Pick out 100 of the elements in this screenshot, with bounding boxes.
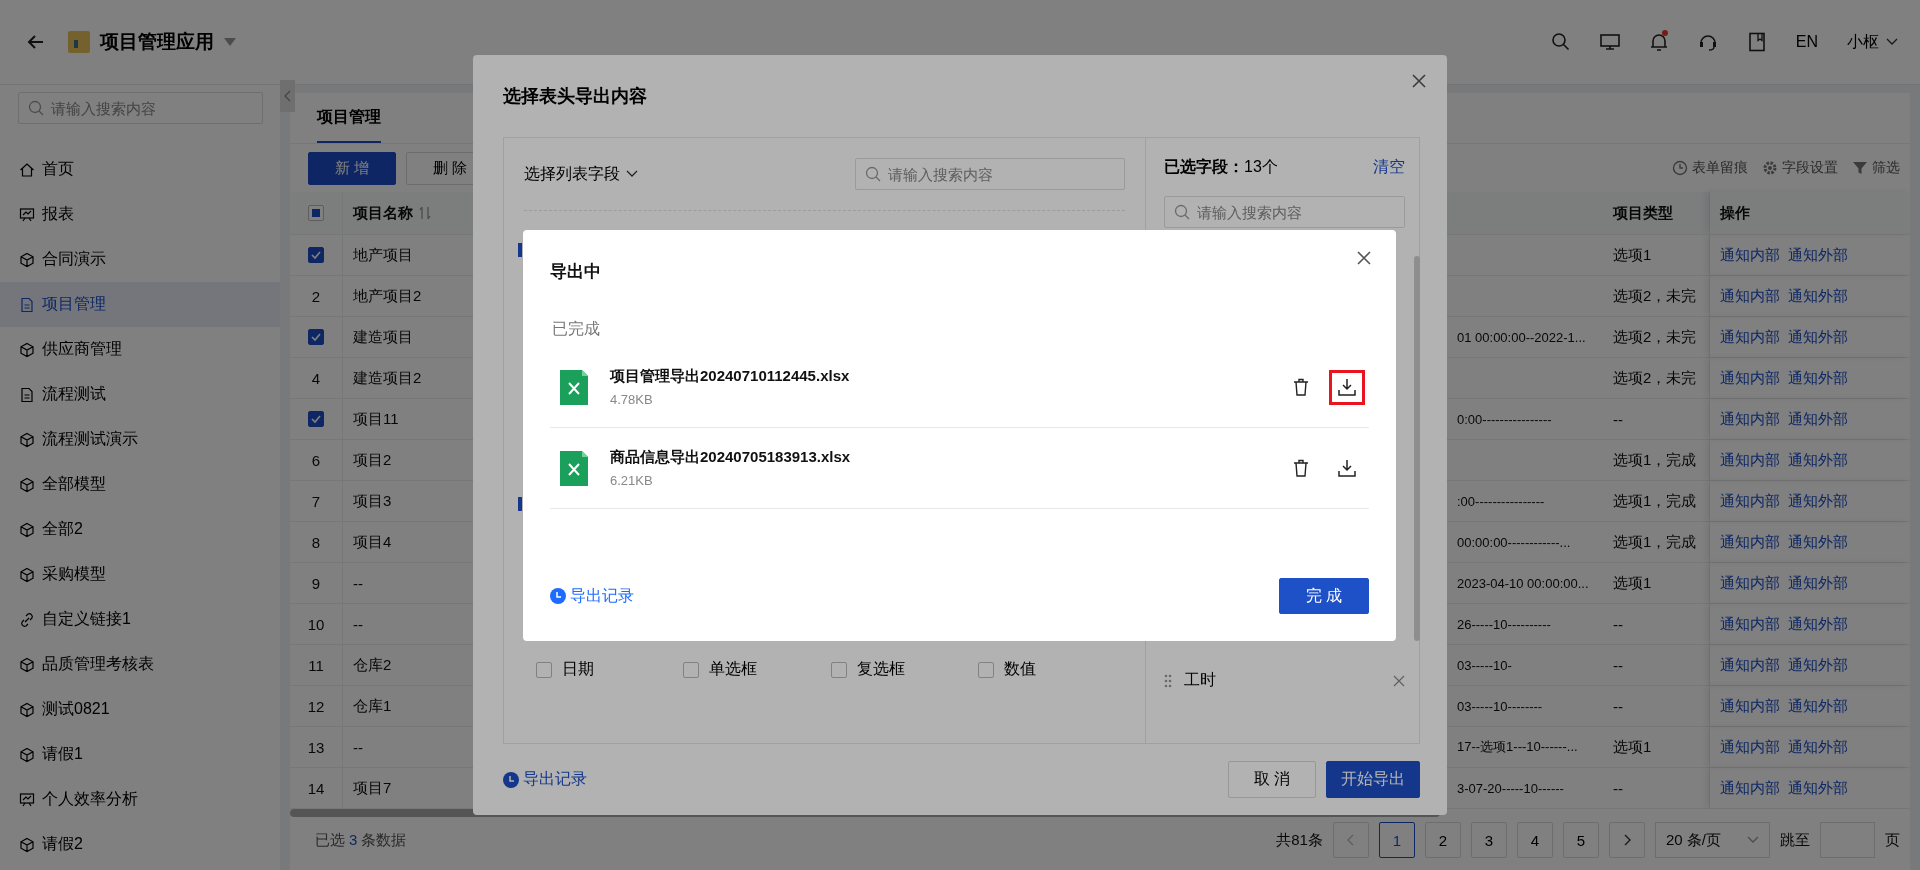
table-cell: 00:00:00------------... [1457,534,1571,550]
table-cell: 选项1，完成 [1613,450,1697,470]
row-action-link[interactable]: 通知内部 [1720,368,1780,388]
table-cell: :00---------------- [1457,493,1545,509]
selected-fields-label: 已选字段： [1164,157,1244,175]
file-size: 4.78KB [610,392,654,407]
table-cell: -- [1613,615,1623,633]
export-history-link[interactable]: 导出记录 [550,585,634,607]
table-cell: 03-----10-------- [1457,698,1543,714]
page-button[interactable]: 1 [1378,822,1415,858]
row-index: 11 [308,656,324,674]
row-action-link[interactable]: 通知内部 [1720,409,1780,429]
page-button[interactable]: 4 [1516,822,1553,858]
row-action-link[interactable]: 通知内部 [1720,696,1780,716]
language-link[interactable]: EN [1795,33,1818,51]
row-action-link[interactable]: 通知外部 [1788,696,1848,716]
search-field[interactable]: 请输入搜索内容 [1164,196,1405,228]
table-cell: 地产项目 [353,245,413,265]
page-button[interactable]: 5 [1562,822,1599,858]
table-cell: 3-07-20-----10------ [1457,780,1564,796]
table-cell: 建造项目 [353,327,413,347]
row-action-link[interactable]: 通知外部 [1788,450,1848,470]
table-cell: -- [1613,656,1623,674]
row-action-link[interactable]: 通知外部 [1788,614,1848,634]
row-action-link[interactable]: 通知外部 [1788,573,1848,593]
row-action-link[interactable]: 通知外部 [1788,245,1848,265]
sidebar-item[interactable]: 自定义链接1 [0,597,280,642]
sidebar-item[interactable]: 流程测试演示 [0,417,280,462]
export-history-link[interactable]: 导出记录 [503,769,587,790]
table-cell: 03-----10- [1457,657,1512,673]
row-action-link[interactable]: 通知外部 [1788,737,1848,757]
table-cell: 仓库1 [353,696,392,716]
field-picker-dropdown[interactable]: 选择列表字段 [524,163,620,185]
sidebar-item[interactable]: 请假1 [0,732,280,777]
search-field[interactable]: 请输入搜索内容 [855,158,1125,190]
tab[interactable]: 项目管理 [317,93,381,143]
checkbox-label: 日期 [562,659,594,679]
row-action-link[interactable]: 通知内部 [1720,737,1780,757]
page-button[interactable]: 2 [1424,822,1461,858]
sidebar-item[interactable]: 品质管理考核表 [0,642,280,687]
selected-fields-count: 13个 [1244,157,1278,175]
dialog-button[interactable]: 开始导出 [1326,761,1420,798]
row-action-link[interactable]: 通知内部 [1720,286,1780,306]
dialog-button[interactable]: 取 消 [1228,761,1316,798]
row-action-link[interactable]: 通知内部 [1720,450,1780,470]
row-action-link[interactable]: 通知内部 [1720,327,1780,347]
table-cell: 01 00:00:00--2022-1... [1457,329,1586,345]
sidebar-item[interactable]: 报表 [0,192,280,237]
sidebar-item[interactable]: 测试0821 [0,687,280,732]
table-cell: 17--选项1---10------... [1457,738,1578,756]
sidebar-item[interactable]: 全部2 [0,507,280,552]
table-cell: 项目2 [353,450,392,470]
row-action-link[interactable]: 通知外部 [1788,532,1848,552]
sidebar-item[interactable]: 项目管理 [0,282,280,327]
row-action-link[interactable]: 通知内部 [1720,245,1780,265]
row-action-link[interactable]: 通知外部 [1788,778,1848,798]
table-cell: 选项1 [1613,737,1652,757]
table-cell: 26-----10---------- [1457,616,1551,632]
table-cell: 选项2，未完 [1613,327,1697,347]
sidebar-item[interactable]: 采购模型 [0,552,280,597]
table-cell: 项目4 [353,532,392,552]
table-cell: 选项2，未完 [1613,286,1697,306]
table-cell: 0:00---------------- [1457,411,1552,427]
sidebar-item[interactable]: 请假2 [0,822,280,867]
toolbar-action[interactable]: 表单留痕 [1692,159,1748,177]
sidebar-item[interactable]: 流程测试 [0,372,280,417]
table-cell: -- [1613,410,1623,428]
toolbar-action[interactable]: 字段设置 [1782,159,1838,177]
row-action-link[interactable]: 通知外部 [1788,327,1848,347]
row-action-link[interactable]: 通知内部 [1720,532,1780,552]
user-name[interactable]: 小枢 [1847,31,1879,53]
toolbar-button[interactable]: 新 增 [308,151,396,185]
checkbox-label: 数值 [1003,659,1036,679]
table-cell: 2023-04-10 00:00:00... [1457,575,1589,591]
row-action-link[interactable]: 通知内部 [1720,491,1780,511]
table-cell: -- [1613,697,1623,715]
row-action-link[interactable]: 通知外部 [1788,286,1848,306]
table-cell: 选项1，完成 [1613,491,1697,511]
sidebar-item[interactable]: 全部模型 [0,462,280,507]
row-action-link[interactable]: 通知内部 [1720,655,1780,675]
selection-label: 条数据 [361,830,407,850]
toolbar-action[interactable]: 筛选 [1872,159,1900,177]
checkbox-label: 单选框 [709,659,758,679]
row-action-link[interactable]: 通知内部 [1720,778,1780,798]
sidebar-item[interactable]: 个人效率分析 [0,777,280,822]
sidebar-item[interactable]: 合同演示 [0,237,280,282]
row-action-link[interactable]: 通知外部 [1788,409,1848,429]
clear-link[interactable]: 清空 [1373,156,1405,178]
done-button[interactable]: 完 成 [1279,578,1369,614]
row-index: 2 [311,287,321,305]
sidebar-item[interactable]: 首页 [0,147,280,192]
row-action-link[interactable]: 通知外部 [1788,655,1848,675]
search-field[interactable]: 请输入搜索内容 [18,92,263,124]
sidebar-item[interactable]: 供应商管理 [0,327,280,372]
row-action-link[interactable]: 通知外部 [1788,491,1848,511]
table-cell: -- [353,615,363,633]
row-action-link[interactable]: 通知内部 [1720,573,1780,593]
row-action-link[interactable]: 通知外部 [1788,368,1848,388]
page-button[interactable]: 3 [1470,822,1507,858]
row-action-link[interactable]: 通知内部 [1720,614,1780,634]
